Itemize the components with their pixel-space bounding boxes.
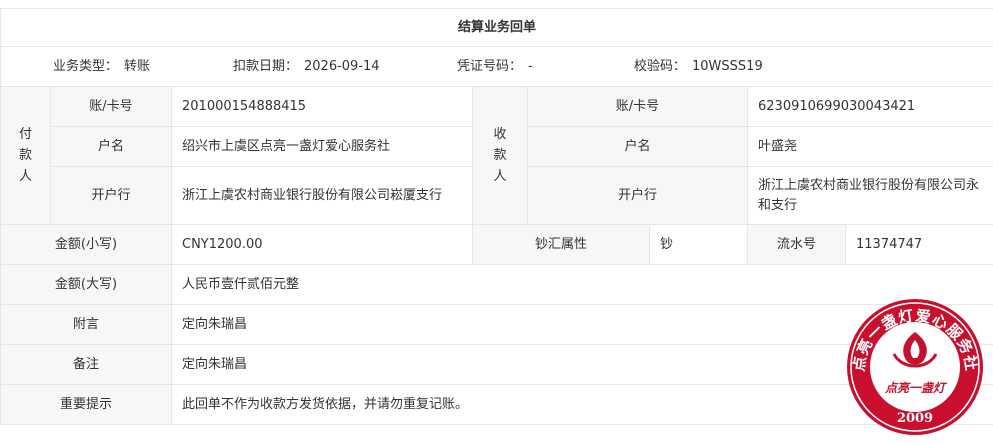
business-type-value: 转账 <box>124 58 151 74</box>
check-code-value: 10WSSS19 <box>692 58 763 74</box>
payer-account: 201000154888415 <box>171 86 473 127</box>
payee-label: 收款人 <box>472 86 528 225</box>
business-type-label: 业务类型： <box>53 58 119 74</box>
receipt-title: 结算业务回单 <box>0 8 993 47</box>
payer-name: 绍兴市上虞区点亮一盏灯爱心服务社 <box>171 126 473 167</box>
payee-account: 6230910699030043421 <box>746 86 993 127</box>
organization-seal: 点亮一盏灯爱心服务社 点亮一盏灯 2009 <box>847 299 983 435</box>
payer-name-label: 户名 <box>50 126 172 167</box>
payer-bank: 浙江上虞农村商业银行股份有限公司崧厦支行 <box>171 166 473 225</box>
payer-bank-label: 开户行 <box>50 166 172 225</box>
fx-attribute-label: 钞汇属性 <box>472 224 650 265</box>
remark-label: 备注 <box>0 344 172 385</box>
payee-bank: 浙江上虞农村商业银行股份有限公司永和支行 <box>746 166 993 225</box>
voucher-number-label: 凭证号码： <box>457 58 523 74</box>
business-type: 业务类型： 转账 <box>53 57 150 77</box>
payer-account-label: 账/卡号 <box>50 86 172 127</box>
info-row: 业务类型： 转账 扣款日期： 2026-09-14 凭证号码： - 校验码： 10WSS… <box>0 46 993 87</box>
payee-name-label: 户名 <box>527 126 748 167</box>
debit-date-label: 扣款日期： <box>233 58 299 74</box>
seal-year: 2009 <box>897 411 933 426</box>
notice-label: 重要提示 <box>0 384 172 425</box>
check-code: 校验码： 10WSSS19 <box>634 57 763 77</box>
postscript-label: 附言 <box>0 304 172 345</box>
check-code-label: 校验码： <box>634 58 687 74</box>
voucher-number: 凭证号码： - <box>457 57 533 77</box>
voucher-number-value: - <box>528 58 533 74</box>
payee-account-label: 账/卡号 <box>527 86 748 127</box>
payee-bank-label: 开户行 <box>527 166 748 225</box>
amount-big-label: 金额(大写) <box>0 264 172 305</box>
amount-small-label: 金额(小写) <box>0 224 172 265</box>
serial-number-label: 流水号 <box>747 224 846 265</box>
seal-center-text: 点亮一盏灯 <box>884 381 948 395</box>
serial-number: 11374747 <box>844 224 993 265</box>
amount-small: CNY1200.00 <box>171 224 473 265</box>
debit-date: 扣款日期： 2026-09-14 <box>233 57 380 77</box>
debit-date-value: 2026-09-14 <box>304 58 380 74</box>
payee-name: 叶盛尧 <box>746 126 993 167</box>
fx-attribute: 钞 <box>649 224 748 265</box>
payer-label: 付款人 <box>0 86 51 225</box>
